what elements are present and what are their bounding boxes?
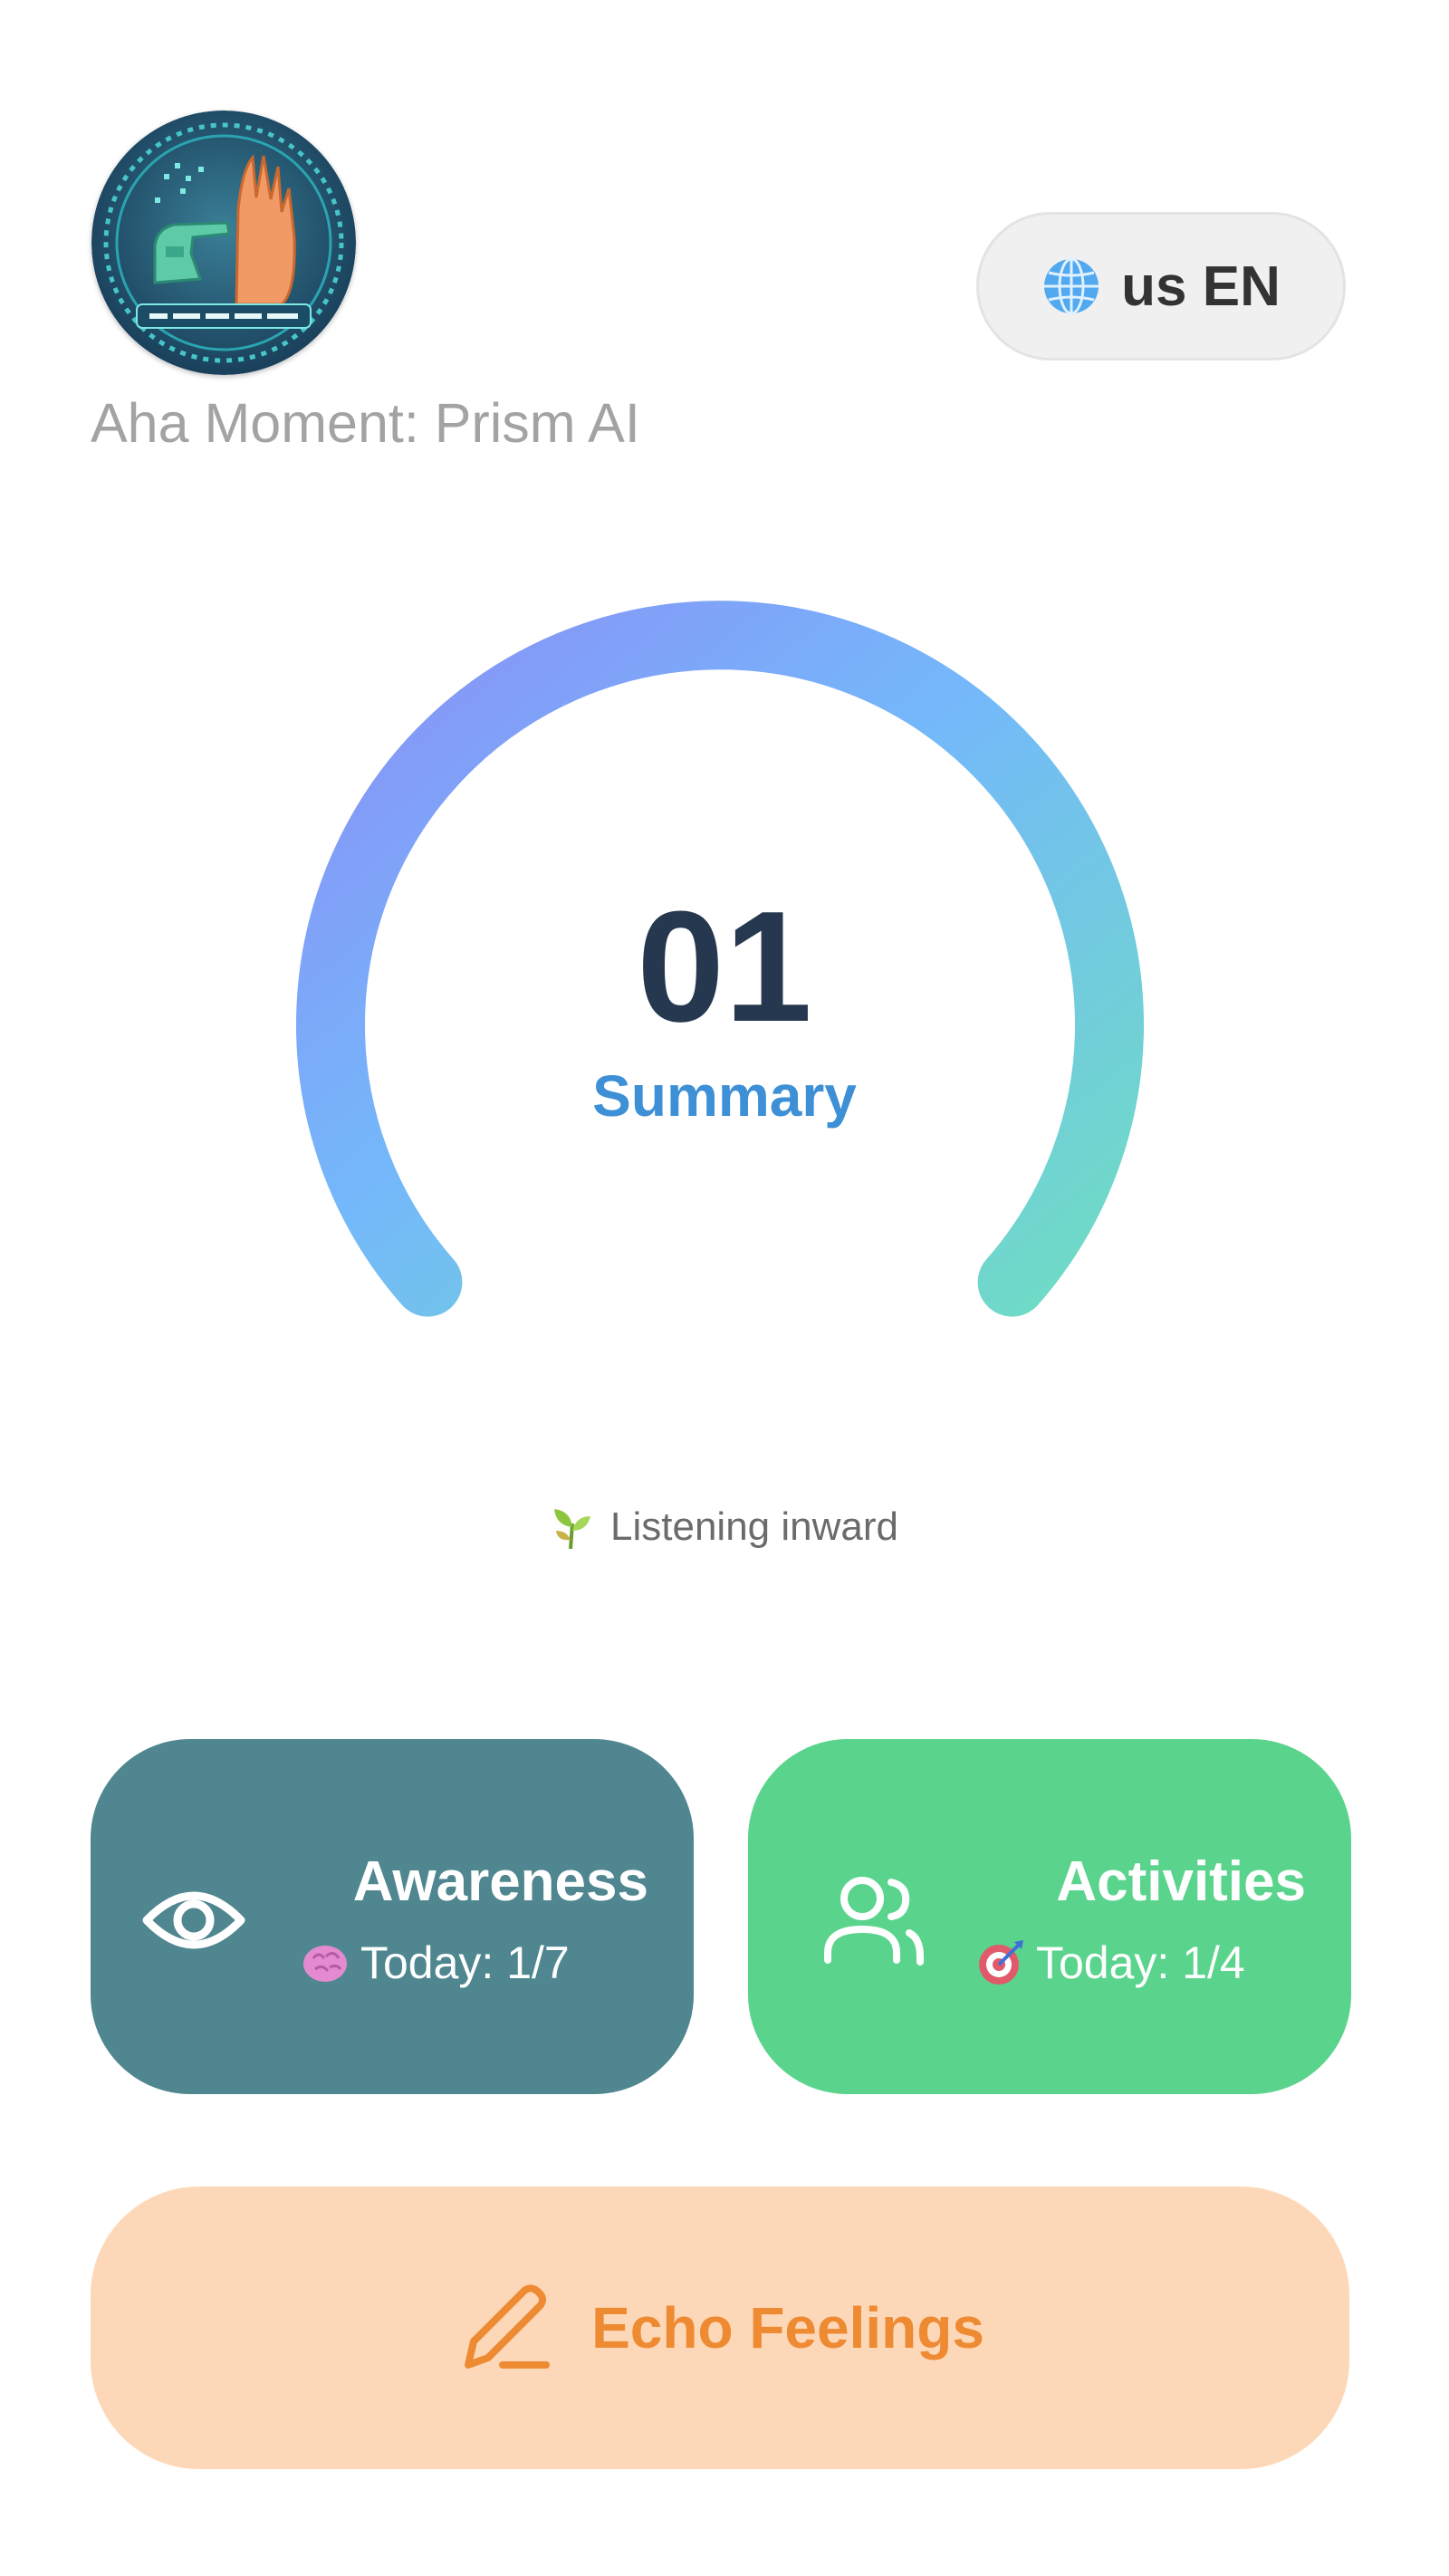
eye-icon [142, 1891, 245, 1949]
app-title: Aha Moment: Prism AI [91, 392, 640, 454]
awareness-progress: Today: 1/7 [301, 1937, 570, 1989]
language-button[interactable]: us EN [976, 212, 1346, 360]
awareness-title: Awareness [352, 1850, 648, 1913]
users-icon [824, 1877, 924, 1966]
seedling-icon [554, 1509, 591, 1550]
app-logo [91, 111, 356, 375]
activities-progress: Today: 1/4 [976, 1937, 1245, 1989]
brain-icon [303, 1946, 347, 1982]
target-icon [979, 1940, 1023, 1985]
activities-card[interactable]: Activities Today: 1/4 [748, 1739, 1351, 2094]
awareness-card[interactable]: Awareness Today: 1/7 [91, 1739, 694, 2094]
status-line: Listening inward [0, 1504, 1449, 1551]
activities-count: Today: 1/4 [1036, 1937, 1245, 1988]
globe-icon [1044, 257, 1099, 315]
echo-feelings-button[interactable]: Echo Feelings [91, 2187, 1349, 2469]
activities-title: Activities [1056, 1850, 1306, 1913]
robot-and-human-hand-logo-icon [91, 111, 356, 375]
gauge-label: Summary [592, 1063, 857, 1129]
summary-gauge: 01 Summary [263, 580, 1186, 1341]
pen-icon [465, 2284, 551, 2369]
status-text: Listening inward [610, 1504, 898, 1549]
awareness-count: Today: 1/7 [360, 1937, 570, 1988]
echo-feelings-label: Echo Feelings [591, 2295, 984, 2360]
gauge-value: 01 [637, 878, 812, 1054]
language-label: us EN [1121, 255, 1281, 318]
